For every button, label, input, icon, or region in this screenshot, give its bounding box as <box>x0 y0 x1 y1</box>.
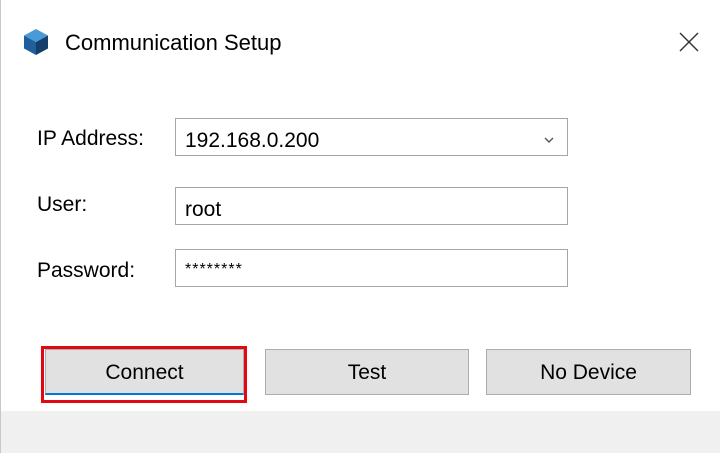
connect-button[interactable]: Connect <box>45 349 244 395</box>
password-input[interactable]: ******** <box>175 249 568 287</box>
no-device-button[interactable]: No Device <box>486 349 691 395</box>
communication-setup-dialog: Communication Setup IP Address: 192.168.… <box>0 0 720 411</box>
ip-address-label: IP Address: <box>37 127 145 150</box>
dialog-title: Communication Setup <box>65 30 282 55</box>
user-value: root <box>185 198 222 221</box>
password-value: ******** <box>185 261 243 278</box>
ip-address-select[interactable]: 192.168.0.200 <box>175 118 568 156</box>
password-label: Password: <box>37 259 136 282</box>
titlebar: Communication Setup <box>1 0 720 80</box>
dialog-footer-area <box>0 411 720 453</box>
close-icon <box>679 32 699 52</box>
user-label: User: <box>37 193 88 216</box>
ip-address-value: 192.168.0.200 <box>185 129 320 152</box>
chevron-down-icon <box>543 127 555 151</box>
cube-icon <box>23 28 49 56</box>
test-button[interactable]: Test <box>265 349 469 395</box>
close-button[interactable] <box>669 22 709 62</box>
user-input[interactable]: root <box>175 187 568 225</box>
